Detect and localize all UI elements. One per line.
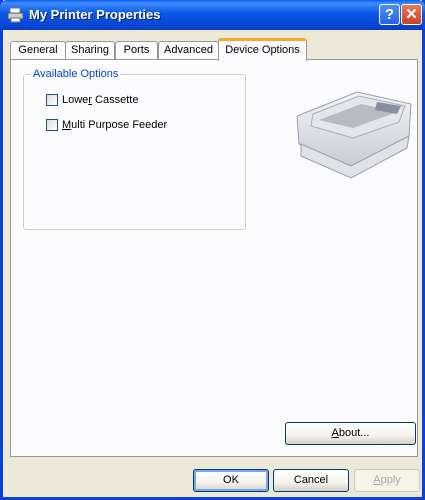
apply-button[interactable]: Apply — [354, 469, 420, 492]
title-bar[interactable]: My Printer Properties ? ✕ — [0, 0, 425, 30]
tab-ports[interactable]: Ports — [115, 41, 158, 60]
about-button[interactable]: About... — [285, 422, 416, 445]
properties-window: My Printer Properties ? ✕ General Sharin… — [0, 0, 425, 500]
tab-device-options[interactable]: Device Options — [218, 38, 307, 61]
tab-advanced[interactable]: Advanced — [158, 41, 219, 60]
printer-image — [296, 91, 412, 179]
ok-button[interactable]: OK — [193, 469, 269, 492]
checkbox[interactable] — [46, 94, 58, 107]
option-multi-purpose-feeder[interactable]: Multi Purpose Feeder — [46, 119, 167, 132]
printer-icon — [7, 7, 24, 23]
window-title: My Printer Properties — [29, 7, 161, 22]
checkbox[interactable] — [46, 119, 58, 132]
cancel-button[interactable]: Cancel — [273, 469, 349, 492]
tab-sharing[interactable]: Sharing — [65, 41, 115, 60]
group-label: Available Options — [31, 68, 121, 80]
option-lower-cassette[interactable]: Lower Cassette — [46, 94, 138, 107]
help-button[interactable]: ? — [379, 4, 400, 25]
tab-general[interactable]: General — [10, 41, 66, 60]
close-button[interactable]: ✕ — [401, 4, 422, 25]
